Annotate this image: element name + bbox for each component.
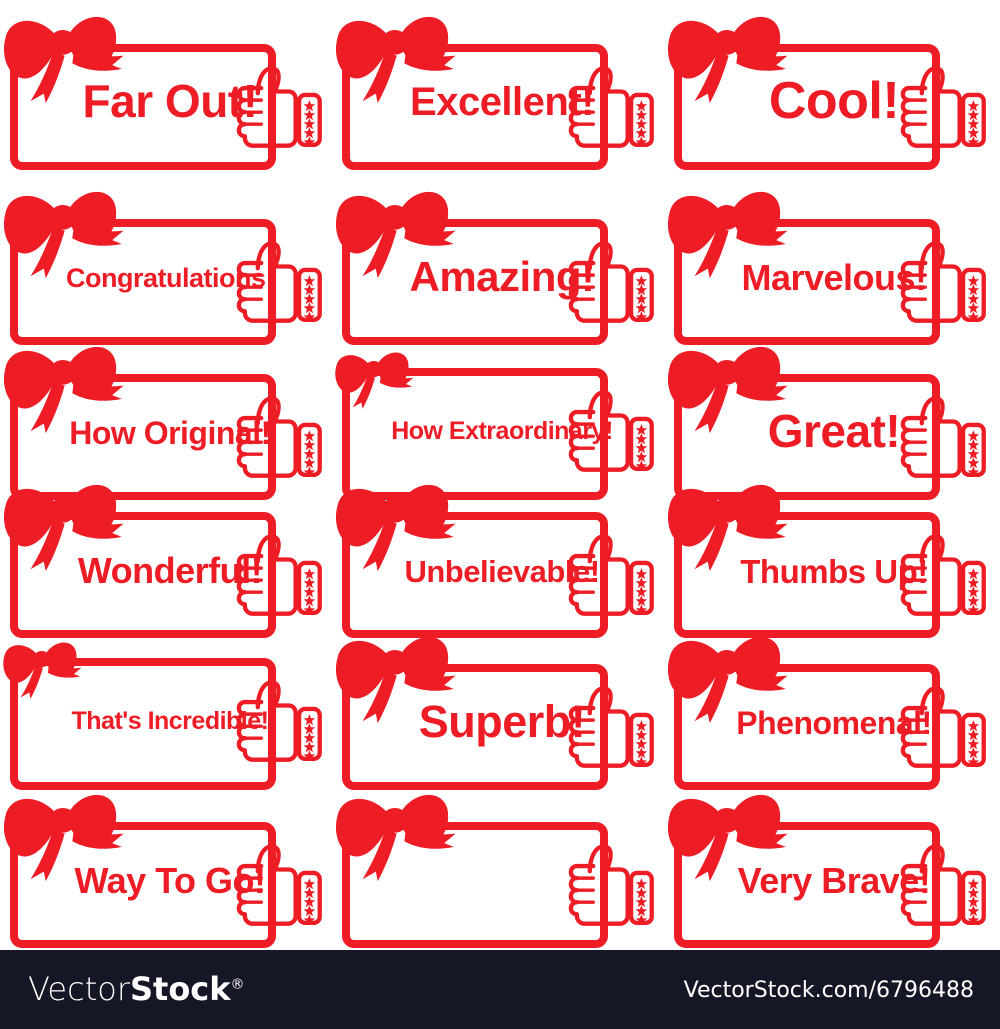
praise-badge[interactable]: How Extraordinary! [332,340,662,500]
praise-badge[interactable]: Far Out! [0,10,330,170]
thumbs-up-icon [568,844,654,926]
logo-text-vector: Vector [28,970,130,1008]
thumbs-up-icon [568,66,654,148]
thumbs-up-icon [568,534,654,616]
thumbs-up-icon [900,241,986,323]
thumbs-up-icon [900,844,986,926]
praise-badge[interactable]: Phenomenal! [664,630,994,790]
thumbs-up-icon [568,686,654,768]
praise-badge[interactable]: How Original! [0,340,330,500]
praise-badge[interactable]: Superb! [332,630,662,790]
logo-text-stock: Stock [129,970,231,1008]
praise-badge[interactable]: Cool! [664,10,994,170]
thumbs-up-icon [236,241,322,323]
ribbon-bow-icon [335,636,456,724]
ribbon-bow-icon [335,794,456,882]
ribbon-bow-icon [335,16,456,104]
praise-badge[interactable]: Way To Go! [0,788,330,948]
thumbs-up-icon [236,396,322,478]
thumbs-up-icon [900,66,986,148]
ribbon-bow-icon [667,794,788,882]
ribbon-bow-icon [335,191,456,279]
thumbs-up-icon [568,241,654,323]
watermark-url: VectorStock.com/6796488 [683,978,974,1003]
ribbon-bow-icon [3,484,124,572]
thumbs-up-icon [568,390,654,472]
ribbon-bow-icon [667,16,788,104]
praise-badge[interactable]: Thumbs Up! [664,478,994,638]
watermark-footer: VectorStock® VectorStock.com/6796488 [0,950,1000,1029]
artboard: Far Out! Excellent! Cool! Congratulation… [0,0,1000,950]
praise-badge[interactable]: That's Incredible! [0,630,330,790]
registered-mark-icon: ® [230,976,245,993]
praise-badge[interactable]: Marvelous! [664,185,994,345]
badge-frame [10,658,276,790]
thumbs-up-icon [900,686,986,768]
thumbs-up-icon [236,844,322,926]
thumbs-up-icon [236,534,322,616]
thumbs-up-icon [236,66,322,148]
praise-badge[interactable]: Excellent! [332,10,662,170]
praise-badge[interactable]: Amazing! [332,185,662,345]
ribbon-bow-icon [335,484,456,572]
praise-badge[interactable]: Congratulations! [0,185,330,345]
praise-badge[interactable]: Very Brave! [664,788,994,948]
praise-badge[interactable]: Unbelievable! [332,478,662,638]
thumbs-up-icon [900,534,986,616]
praise-badge[interactable] [332,788,662,948]
thumbs-up-icon [900,396,986,478]
ribbon-bow-icon [667,191,788,279]
ribbon-bow-icon [3,191,124,279]
vectorstock-logo: VectorStock® [28,970,245,1008]
thumbs-up-icon [236,680,322,762]
praise-badge[interactable]: Wonderful! [0,478,330,638]
ribbon-bow-icon [667,636,788,724]
ribbon-bow-icon [3,794,124,882]
ribbon-bow-icon [667,346,788,434]
ribbon-bow-icon [667,484,788,572]
ribbon-bow-icon [3,16,124,104]
ribbon-bow-icon [3,346,124,434]
praise-badge[interactable]: Great! [664,340,994,500]
